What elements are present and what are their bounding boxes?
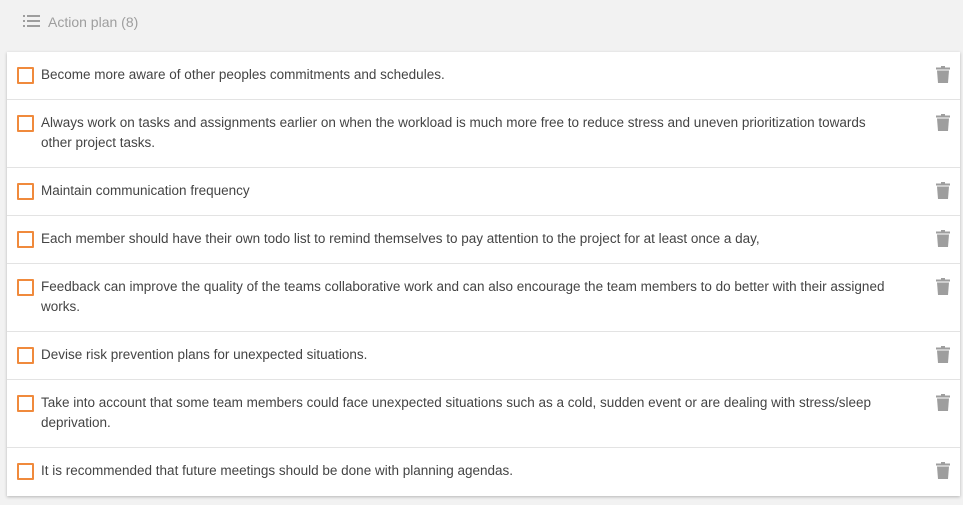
item-label: Always work on tasks and assignments ear… bbox=[41, 115, 866, 150]
trash-icon[interactable] bbox=[936, 114, 950, 131]
list-item: Always work on tasks and assignments ear… bbox=[7, 100, 960, 168]
list-item: Take into account that some team members… bbox=[7, 380, 960, 448]
item-label: Become more aware of other peoples commi… bbox=[41, 67, 445, 82]
item-label: Take into account that some team members… bbox=[41, 395, 871, 430]
item-label: Maintain communication frequency bbox=[41, 183, 250, 198]
item-label: It is recommended that future meetings s… bbox=[41, 463, 514, 478]
item-checkbox[interactable] bbox=[17, 395, 34, 412]
trash-icon[interactable] bbox=[936, 462, 950, 479]
list-item: It is recommended that future meetings s… bbox=[7, 448, 960, 496]
item-checkbox[interactable] bbox=[17, 347, 34, 364]
trash-icon[interactable] bbox=[936, 278, 950, 295]
item-checkbox[interactable] bbox=[17, 231, 34, 248]
item-checkbox[interactable] bbox=[17, 115, 34, 132]
trash-icon[interactable] bbox=[936, 182, 950, 199]
item-checkbox[interactable] bbox=[17, 279, 34, 296]
action-plan-header: Action plan (8) bbox=[0, 0, 963, 44]
list-item: Each member should have their own todo l… bbox=[7, 216, 960, 264]
item-checkbox[interactable] bbox=[17, 183, 34, 200]
item-label: Feedback can improve the quality of the … bbox=[41, 279, 885, 314]
list-item: Maintain communication frequency bbox=[7, 168, 960, 216]
list-item: Feedback can improve the quality of the … bbox=[7, 264, 960, 332]
item-label: Each member should have their own todo l… bbox=[41, 231, 760, 246]
list-item: Become more aware of other peoples commi… bbox=[7, 52, 960, 100]
action-plan-list: Become more aware of other peoples commi… bbox=[7, 52, 960, 496]
action-plan-title: Action plan (8) bbox=[48, 14, 139, 30]
list-icon bbox=[23, 15, 40, 27]
trash-icon[interactable] bbox=[936, 230, 950, 247]
item-checkbox[interactable] bbox=[17, 67, 34, 84]
item-checkbox[interactable] bbox=[17, 463, 34, 480]
list-item: Devise risk prevention plans for unexpec… bbox=[7, 332, 960, 380]
trash-icon[interactable] bbox=[936, 394, 950, 411]
trash-icon[interactable] bbox=[936, 346, 950, 363]
item-label: Devise risk prevention plans for unexpec… bbox=[41, 347, 368, 362]
trash-icon[interactable] bbox=[936, 66, 950, 83]
